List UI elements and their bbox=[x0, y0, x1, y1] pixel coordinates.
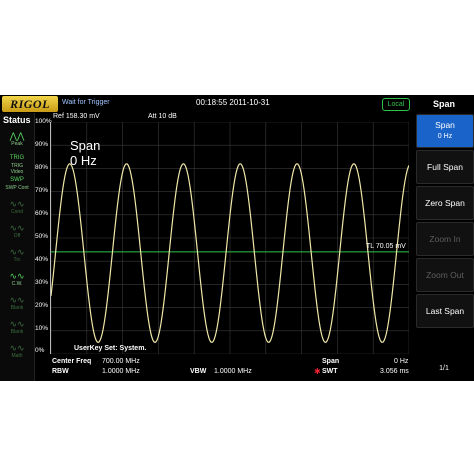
y-tick-label: 50% bbox=[35, 233, 49, 240]
math-icon[interactable]: ∿∿ Math bbox=[4, 343, 30, 363]
top-bar: RIGOL Wait for Trigger 00:18:55 2011-10-… bbox=[0, 95, 414, 113]
attenuation[interactable]: Att 10 dB bbox=[148, 113, 177, 120]
zero-span-button[interactable]: Zero Span bbox=[416, 186, 474, 220]
y-tick-label: 0% bbox=[35, 347, 45, 354]
vbw-value[interactable]: 1.0000 MHz bbox=[214, 368, 252, 375]
y-tick-label: 30% bbox=[35, 279, 49, 286]
center-freq-value[interactable]: 700.00 MHz bbox=[102, 358, 140, 365]
rigol-logo: RIGOL bbox=[2, 96, 58, 112]
off-icon[interactable]: ∿∿ Off bbox=[4, 223, 30, 243]
vbw-label[interactable]: VBW bbox=[190, 368, 206, 375]
trace-icon[interactable]: ∿∿ Trc bbox=[4, 247, 30, 267]
span-value[interactable]: 0 Hz bbox=[394, 358, 408, 365]
analyzer-screen: RIGOL Wait for Trigger 00:18:55 2011-10-… bbox=[0, 95, 474, 381]
y-tick-label: 70% bbox=[35, 187, 49, 194]
trace-plot-area[interactable] bbox=[50, 122, 409, 354]
userkey-status: UserKey Set: System. bbox=[74, 345, 147, 352]
y-tick-label: 90% bbox=[35, 141, 49, 148]
swt-marker-icon: ✱ bbox=[314, 367, 321, 376]
trigger-status: Wait for Trigger bbox=[62, 99, 110, 106]
peak-icon[interactable]: ⋀⋀ Peak bbox=[4, 131, 30, 151]
blank-icon[interactable]: ∿∿ Blank bbox=[4, 295, 30, 315]
trace-chart bbox=[51, 122, 409, 354]
center-freq-label[interactable]: Center Freq bbox=[52, 358, 91, 365]
full-span-button[interactable]: Full Span bbox=[416, 150, 474, 184]
span-label[interactable]: Span bbox=[322, 358, 339, 365]
reference-level[interactable]: Ref 158.30 mV bbox=[53, 113, 100, 120]
zoom-in-button[interactable]: Zoom In bbox=[416, 222, 474, 256]
y-tick-label: 10% bbox=[35, 325, 49, 332]
trace-3-icon[interactable]: ∿∿ Blank bbox=[4, 319, 30, 339]
softkey-menu: Span Span 0 Hz Full Span Zero Span Zoom … bbox=[414, 95, 474, 381]
local-badge: Local bbox=[382, 98, 410, 111]
menu-title: Span bbox=[432, 99, 455, 109]
span-button[interactable]: Span 0 Hz bbox=[416, 114, 474, 148]
y-tick-label: 60% bbox=[35, 210, 49, 217]
span-annotation-label: Span bbox=[70, 138, 101, 153]
trigger-level-label: TL 70.05 mV bbox=[366, 243, 406, 250]
parameter-footer: Center Freq 700.00 MHz Span 0 Hz RBW 1.0… bbox=[50, 357, 412, 381]
rbw-value[interactable]: 1.0000 MHz bbox=[102, 368, 140, 375]
clear-write-icon[interactable]: ∿∿ C.W. bbox=[4, 271, 30, 291]
swt-label[interactable]: SWT bbox=[322, 368, 338, 375]
span-button-value: 0 Hz bbox=[437, 133, 453, 140]
zoom-out-button[interactable]: Zoom Out bbox=[416, 258, 474, 292]
status-panel: Status ⋀⋀ Peak TRIG TRIG Video SWP SWP Cont… bbox=[0, 113, 35, 381]
span-annotation-value: 0 Hz bbox=[70, 153, 97, 168]
rbw-label[interactable]: RBW bbox=[52, 368, 69, 375]
page-indicator[interactable]: 1/1 bbox=[414, 365, 474, 372]
status-title: Status bbox=[3, 115, 31, 125]
cond-icon[interactable]: ∿∿ Cond bbox=[4, 199, 30, 219]
y-tick-label: 20% bbox=[35, 302, 49, 309]
y-tick-label: 40% bbox=[35, 256, 49, 263]
datetime: 00:18:55 2011-10-31 bbox=[196, 98, 270, 107]
sweep-cont-icon[interactable]: SWP SWP Cont bbox=[4, 175, 30, 195]
swt-value[interactable]: 3.056 ms bbox=[380, 368, 409, 375]
last-span-button[interactable]: Last Span bbox=[416, 294, 474, 328]
y-tick-label: 80% bbox=[35, 164, 49, 171]
trig-video-icon[interactable]: TRIG TRIG Video bbox=[4, 153, 30, 175]
